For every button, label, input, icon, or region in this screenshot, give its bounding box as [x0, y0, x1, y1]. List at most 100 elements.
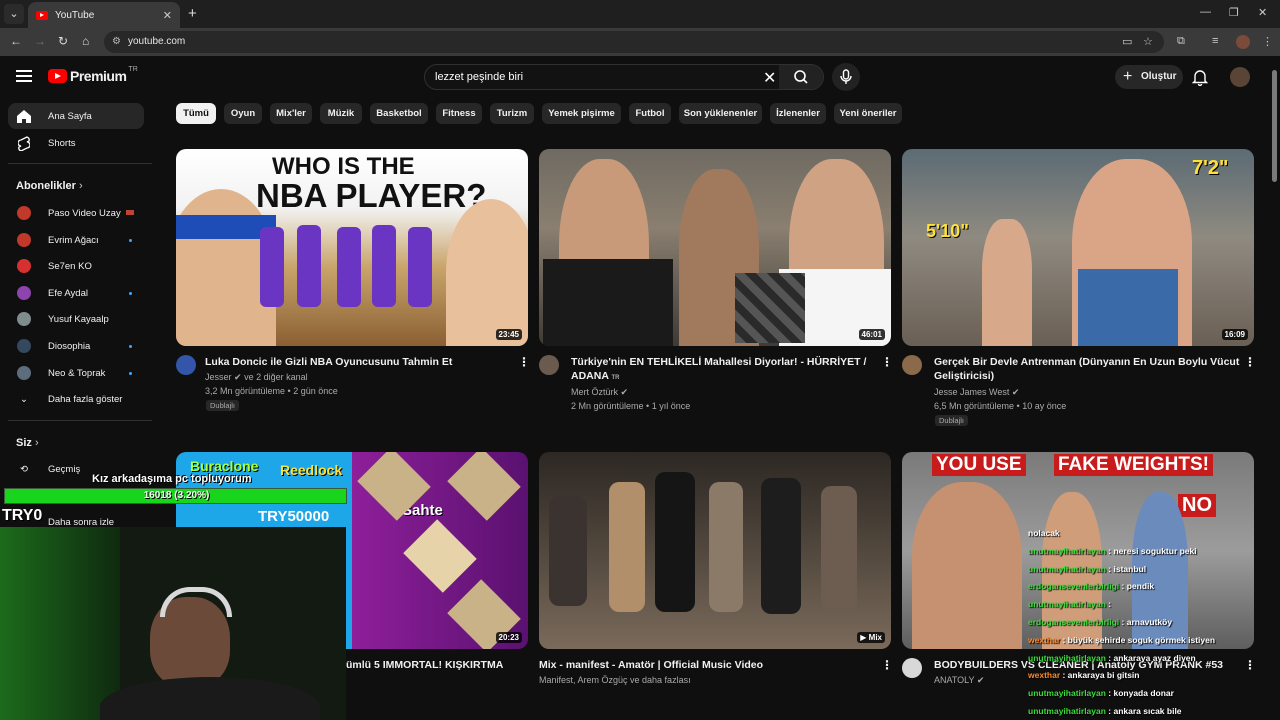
chip[interactable]: Yeni öneriler [834, 103, 902, 124]
chip-all[interactable]: Tümü [176, 103, 216, 124]
more-actions-icon[interactable]: ⋮ [518, 355, 530, 369]
sidebar-label: Daha fazla göster [48, 393, 123, 405]
more-actions-icon[interactable]: ⋮ [881, 658, 893, 672]
guide-menu-icon[interactable] [16, 70, 32, 85]
tab-search-button[interactable]: ⌄ [4, 4, 24, 24]
chip[interactable]: Müzik [320, 103, 362, 124]
page-scrollbar[interactable] [1272, 70, 1277, 182]
browser-profile-avatar[interactable] [1236, 35, 1250, 49]
chat-message: unutmayihatirlayan : neresi soguktur pek… [1028, 545, 1197, 557]
chip[interactable]: Son yüklenenler [679, 103, 762, 124]
address-bar[interactable]: ⚙ youtube.com [104, 31, 1164, 53]
restore-icon[interactable]: ❐ [1229, 6, 1239, 19]
thumbnail-text: Reedlock [280, 462, 343, 478]
live-indicator-icon [126, 210, 134, 215]
chip[interactable]: Mix'ler [270, 103, 312, 124]
channel-avatar[interactable] [176, 355, 196, 375]
extensions-icon[interactable]: ⧉ [1177, 35, 1185, 48]
you-heading[interactable]: Siz › [16, 437, 39, 449]
chat-username: unutmayihatirlayan [1028, 706, 1106, 716]
chat-username: wexthar [1028, 670, 1061, 681]
cast-icon[interactable]: ▭ [1122, 35, 1132, 48]
browser-menu-icon[interactable]: ⋮ [1262, 35, 1273, 48]
home-icon[interactable]: ⌂ [82, 34, 89, 48]
chip[interactable]: Turizm [490, 103, 534, 124]
subscriptions-heading[interactable]: Abonelikler › [16, 180, 83, 192]
chip[interactable]: Fitness [436, 103, 482, 124]
create-button[interactable]: + Oluştur [1115, 65, 1183, 89]
clear-search-icon[interactable]: ✕ [763, 68, 776, 88]
sidebar-item-shorts[interactable]: Shorts [8, 130, 144, 156]
video-thumbnail[interactable]: ▶ Mix [539, 452, 891, 649]
close-window-icon[interactable]: ✕ [1258, 6, 1267, 19]
video-thumbnail[interactable]: WHO IS THE NBA PLAYER? 23:45 [176, 149, 528, 346]
channel-avatar[interactable] [902, 658, 922, 678]
logo-region: TR [128, 65, 138, 73]
video-title[interactable]: Mix - manifest - Amatör | Official Music… [539, 658, 763, 672]
video-duration: 16:09 [1221, 329, 1248, 340]
more-actions-icon[interactable]: ⋮ [1244, 658, 1256, 672]
sidebar-item-subscription[interactable]: Paso Video Uzay [8, 200, 144, 226]
sidebar-item-show-more[interactable]: ⌄ Daha fazla göster [8, 386, 144, 412]
thumbnail-text: YOU USE [932, 454, 1026, 476]
video-channel[interactable]: Manifest, Arem Özgüç ve daha fazlası [539, 673, 691, 687]
video-channel[interactable]: Jesse James West ✔ [934, 385, 1019, 399]
search-button[interactable] [779, 65, 823, 89]
sidebar-item-subscription[interactable]: Neo & Toprak [8, 360, 144, 386]
account-avatar[interactable] [1230, 67, 1250, 87]
video-title[interactable]: Türkiye'nin EN TEHLİKELİ Mahallesi Diyor… [571, 355, 866, 369]
search-box[interactable]: lezzet peşinde biri ✕ [424, 64, 824, 90]
forward-icon[interactable]: → [34, 34, 46, 48]
channel-avatar[interactable] [539, 355, 559, 375]
sidebar-item-subscription[interactable]: Efe Aydal [8, 280, 144, 306]
search-input[interactable]: lezzet peşinde biri [435, 71, 523, 83]
video-channel[interactable]: Mert Öztürk ✔ [571, 385, 628, 399]
minimize-icon[interactable]: — [1200, 6, 1211, 18]
sidebar-item-subscription[interactable]: Diosophia [8, 333, 144, 359]
video-title-line2[interactable]: Geliştiricisi) [934, 369, 994, 383]
youtube-logo[interactable]: Premium TR [48, 65, 138, 84]
browser-tab[interactable]: YouTube ✕ [28, 2, 180, 28]
media-control-icon[interactable]: ≡ [1212, 35, 1218, 47]
video-thumbnail[interactable]: 46:01 [539, 149, 891, 346]
jeans [1078, 269, 1178, 346]
dancer-figure [709, 482, 743, 612]
chip[interactable]: Oyun [224, 103, 262, 124]
rank-emblem [447, 452, 521, 521]
chip[interactable]: Futbol [629, 103, 671, 124]
video-channel[interactable]: ANATOLY ✔ [934, 673, 984, 687]
new-tab-button[interactable]: + [188, 5, 197, 22]
site-info-icon[interactable]: ⚙ [112, 31, 121, 53]
channel-name: Yusuf Kayaalp [48, 313, 109, 325]
video-title[interactable]: ümlü 5 IMMORTAL! KIŞKIRTMA [346, 658, 503, 672]
voice-search-button[interactable] [832, 63, 860, 91]
chip[interactable]: Yemek pişirme [542, 103, 621, 124]
sidebar-item-subscription[interactable]: Evrim Ağacı [8, 227, 144, 253]
home-icon [16, 109, 32, 123]
video-title[interactable]: Luka Doncic ile Gizli NBA Oyuncusunu Tah… [205, 355, 452, 369]
notifications-bell-icon[interactable] [1192, 68, 1208, 86]
streamer-body [100, 677, 320, 720]
person-illustration [446, 199, 528, 346]
bookmark-star-icon[interactable]: ☆ [1143, 35, 1153, 48]
chat-message: nolacak [1028, 527, 1060, 539]
video-title-line2[interactable]: ADANA TR [571, 369, 619, 385]
reload-icon[interactable]: ↻ [58, 34, 68, 48]
back-icon[interactable]: ← [10, 34, 22, 48]
sidebar-label: Geçmiş [48, 463, 81, 475]
sidebar-item-home[interactable]: Ana Sayfa [8, 103, 144, 129]
video-title[interactable]: Gerçek Bir Devle Antrenman (Dünyanın En … [934, 355, 1239, 369]
create-label: Oluştur [1141, 71, 1177, 82]
video-thumbnail[interactable]: 5'10" 7'2" 16:09 [902, 149, 1254, 346]
browser-toolbar: ← → ↻ ⌂ ⚙ youtube.com ▭ ☆ ⧉ ≡ ⋮ [0, 28, 1280, 56]
more-actions-icon[interactable]: ⋮ [1244, 355, 1256, 369]
sidebar-item-subscription[interactable]: Se7en KO [8, 253, 144, 279]
chat-message: wexthar : büyük şehirde soguk görmek ist… [1028, 634, 1215, 646]
chip[interactable]: İzlenenler [770, 103, 826, 124]
video-channel[interactable]: Jesser ✔ ve 2 diğer kanal [205, 370, 308, 384]
channel-avatar[interactable] [902, 355, 922, 375]
sidebar-item-subscription[interactable]: Yusuf Kayaalp [8, 306, 144, 332]
close-tab-icon[interactable]: ✕ [163, 9, 172, 22]
more-actions-icon[interactable]: ⋮ [881, 355, 893, 369]
chip[interactable]: Basketbol [370, 103, 428, 124]
